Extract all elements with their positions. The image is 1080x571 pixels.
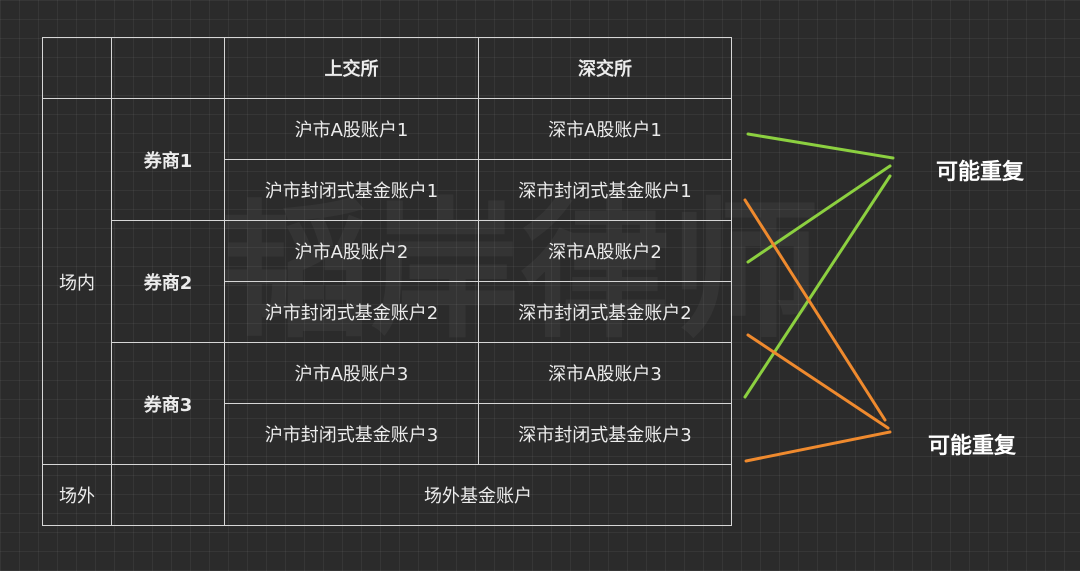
cell-sh-fund-2: 沪市封闭式基金账户2 [224, 281, 479, 343]
table-row: 券商3 沪市A股账户3 深市A股账户3 [43, 342, 732, 465]
broker-2: 券商2 [111, 220, 225, 343]
cell-sz-fund-2: 深市封闭式基金账户2 [478, 281, 732, 343]
zone-off-exchange: 场外 [42, 464, 112, 526]
a-share-connector-group [743, 132, 895, 399]
cell-sz-a-share-2: 深市A股账户2 [478, 220, 732, 282]
header-empty-cell [111, 37, 225, 99]
cell-sh-a-share-3: 沪市A股账户3 [224, 342, 479, 404]
header-shenzhen: 深交所 [478, 37, 732, 99]
connector-a-share-1 [746, 132, 895, 160]
table-row: 券商2 沪市A股账户2 深市A股账户2 [43, 220, 732, 343]
cell-sz-fund-3: 深市封闭式基金账户3 [478, 403, 732, 465]
header-empty-cell [42, 37, 112, 99]
connector-a-share-2 [746, 164, 892, 264]
duplicate-label-top: 可能重复 [936, 160, 1025, 185]
connector-fund-1 [743, 198, 887, 422]
table-row: 场内 券商1 沪市A股账户1 深市A股账户1 [42, 98, 732, 465]
cell-sh-a-share-2: 沪市A股账户2 [224, 220, 479, 282]
fund-connector-group [743, 198, 892, 463]
connector-a-share-3 [743, 174, 892, 399]
broker-1: 券商1 [111, 98, 225, 221]
cell-sz-fund-1: 深市封闭式基金账户1 [478, 159, 732, 221]
zone-on-exchange: 场内 [42, 98, 112, 465]
cell-off-exchange-fund: 场外基金账户 [224, 464, 732, 526]
cell-sh-fund-1: 沪市封闭式基金账户1 [224, 159, 479, 221]
cell-sz-a-share-1: 深市A股账户1 [478, 98, 732, 160]
connector-fund-2 [746, 333, 890, 430]
cell-sz-a-share-3: 深市A股账户3 [478, 342, 732, 404]
cell-sh-a-share-1: 沪市A股账户1 [224, 98, 479, 160]
cell-sh-fund-3: 沪市封闭式基金账户3 [224, 403, 479, 465]
off-exchange-empty-cell [111, 464, 225, 526]
connector-fund-3 [744, 430, 892, 463]
broker-3: 券商3 [111, 342, 225, 465]
table-row: 场外 场外基金账户 [42, 464, 732, 526]
header-shanghai: 上交所 [224, 37, 479, 99]
duplicate-label-bottom: 可能重复 [928, 434, 1017, 459]
table-header-row: 上交所 深交所 [42, 37, 732, 99]
account-table: 上交所 深交所 场内 券商1 沪市A股账户1 深市A股账户1 沪市封闭式基金账户… [42, 37, 732, 526]
